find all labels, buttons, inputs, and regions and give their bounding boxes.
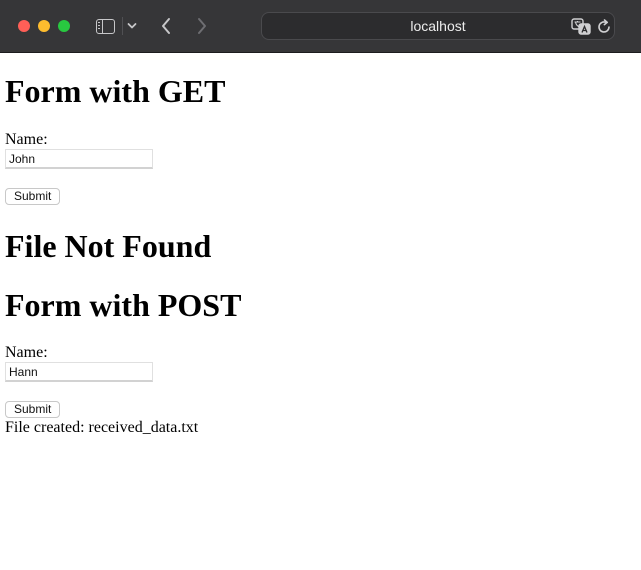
get-form: Form with GET Name: Submit [5, 73, 636, 205]
sidebar-toggle-button[interactable] [92, 14, 118, 38]
zoom-window-button[interactable] [58, 20, 70, 32]
chevron-down-icon [127, 23, 137, 29]
browser-toolbar: localhost [0, 0, 641, 53]
back-button[interactable] [156, 14, 176, 38]
sidebar-toggle-icon [95, 18, 115, 34]
toolbar-divider [122, 17, 123, 35]
get-name-label: Name: [5, 131, 48, 148]
post-result-message: File created: received_data.txt [5, 419, 199, 436]
get-result-heading: File Not Found [5, 228, 212, 264]
translate-icon[interactable] [571, 18, 591, 35]
close-window-button[interactable] [18, 20, 30, 32]
address-bar[interactable]: localhost [261, 12, 615, 40]
forward-button[interactable] [192, 14, 212, 38]
reload-icon[interactable] [596, 19, 612, 35]
post-submit-button[interactable]: Submit [5, 401, 61, 418]
minimize-window-button[interactable] [38, 20, 50, 32]
page-content: Form with GET Name: Submit File Not Foun… [0, 73, 641, 437]
get-name-input[interactable] [5, 149, 153, 169]
post-name-label: Name: [5, 344, 48, 361]
post-name-input[interactable] [5, 362, 153, 382]
get-form-heading: Form with GET [5, 73, 226, 109]
address-text[interactable]: localhost [262, 13, 614, 39]
chevron-left-icon [162, 18, 170, 34]
post-form: Form with POST Name: Submit [5, 287, 636, 418]
chevron-right-icon [198, 18, 206, 34]
post-form-heading: Form with POST [5, 287, 242, 323]
tab-group-dropdown-button[interactable] [124, 14, 140, 38]
get-submit-button[interactable]: Submit [5, 188, 61, 205]
